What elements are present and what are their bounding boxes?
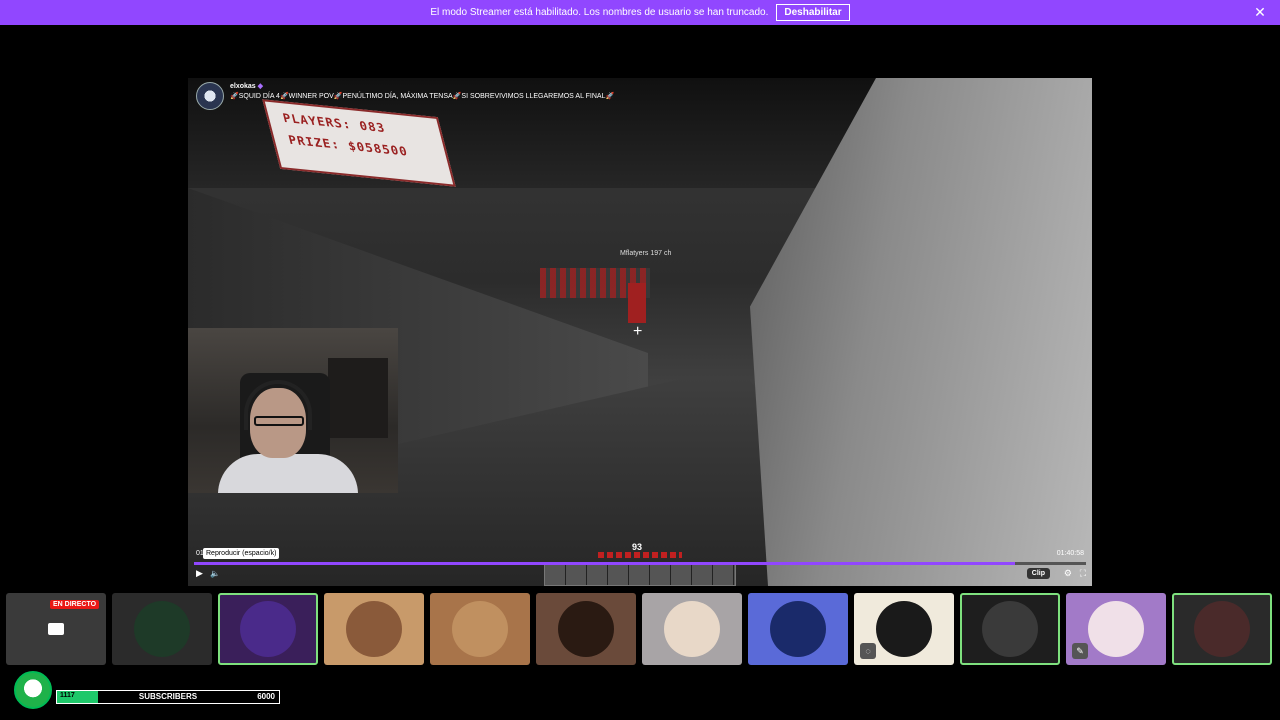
clip-label: Clip (1031, 570, 1045, 577)
channel-name[interactable]: elxokas (230, 83, 256, 90)
streamer-avatar[interactable] (196, 82, 224, 110)
tile-badge-icon: ◌ (860, 643, 876, 659)
subscriber-goal-logo (14, 671, 52, 709)
stream-title: 🚀SQUID DÍA 4🚀WINNER POV🚀PENÚLTIMO DÍA, M… (230, 93, 615, 100)
channel-avatar (240, 601, 296, 657)
tile-channel-cat[interactable] (430, 593, 530, 665)
player-figure (628, 283, 646, 323)
gear-icon[interactable]: ⚙ (1064, 568, 1072, 579)
tile-channel-anime-blue[interactable] (218, 593, 318, 665)
channel-avatar (876, 601, 932, 657)
subscriber-label: SUBSCRIBERS (138, 692, 198, 701)
cam-shirt (218, 454, 358, 493)
channel-avatar (134, 601, 190, 657)
verified-icon: ◆ (257, 83, 264, 90)
crosshair-icon: + (633, 323, 643, 340)
tile-channel-mask[interactable] (536, 593, 636, 665)
tile-channel-blurred[interactable] (1172, 593, 1272, 665)
nametag: Mflatyers 197 ch (620, 250, 672, 257)
hud-hotbar (544, 564, 736, 586)
tile-channel-man-blue[interactable] (748, 593, 848, 665)
cam-shelf (328, 358, 388, 438)
volume-icon[interactable]: 🔈 (210, 569, 220, 578)
tile-channel-anime-white[interactable] (642, 593, 742, 665)
clip-button[interactable]: Clip (1026, 568, 1050, 579)
tile-channel-anime-girl[interactable] (324, 593, 424, 665)
page: El modo Streamer está habilitado. Los no… (0, 0, 1280, 720)
time-total: 01:40:58 (1056, 550, 1084, 557)
monitor-icon (48, 623, 64, 635)
play-icon[interactable]: ▶ (196, 568, 206, 580)
tile-live-channel[interactable]: EN DIRECTO (6, 593, 106, 665)
streamer-mode-banner: El modo Streamer está habilitado. Los no… (0, 0, 1280, 25)
channel-avatar (1088, 601, 1144, 657)
play-tooltip: Reproducir (espacio/k) (203, 548, 280, 559)
tile-channel-green-bird[interactable] (112, 593, 212, 665)
channel-avatar (452, 601, 508, 657)
tile-badge-icon: ✎ (1072, 643, 1088, 659)
seek-bar[interactable] (194, 562, 1086, 565)
cam-glasses (254, 416, 304, 426)
disable-streamer-mode-button[interactable]: Deshabilitar (776, 4, 850, 21)
fullscreen-icon[interactable]: ⛶ (1080, 568, 1086, 579)
stream-info: elxokas ◆ 🚀SQUID DÍA 4🚀WINNER POV🚀PENÚLT… (196, 82, 614, 110)
channel-avatar (982, 601, 1038, 657)
channel-tiles: EN DIRECTO ◌ ✎ (6, 593, 1272, 665)
channel-avatar (664, 601, 720, 657)
webcam-overlay (188, 328, 398, 493)
subscriber-goal-bar: 1117 SUBSCRIBERS 6000 (56, 690, 280, 704)
live-badge: EN DIRECTO (50, 600, 100, 609)
video-player[interactable]: PLAYERS: 083 PRIZE: $058500 Mflatyers 19… (188, 78, 1092, 586)
subscriber-goal: 6000 (257, 692, 275, 701)
close-icon[interactable]: ✕ (1252, 4, 1268, 20)
channel-avatar (558, 601, 614, 657)
channel-avatar (346, 601, 402, 657)
channel-avatar (770, 601, 826, 657)
tile-channel-cartoon[interactable]: ◌ (854, 593, 954, 665)
tile-channel-silhouette[interactable] (960, 593, 1060, 665)
tile-channel-woman[interactable]: ✎ (1066, 593, 1166, 665)
banner-message: El modo Streamer está habilitado. Los no… (430, 7, 769, 18)
hud-hearts (598, 552, 682, 558)
hud-level: 93 (632, 542, 643, 552)
channel-avatar (1194, 601, 1250, 657)
seek-fill (194, 562, 1015, 565)
